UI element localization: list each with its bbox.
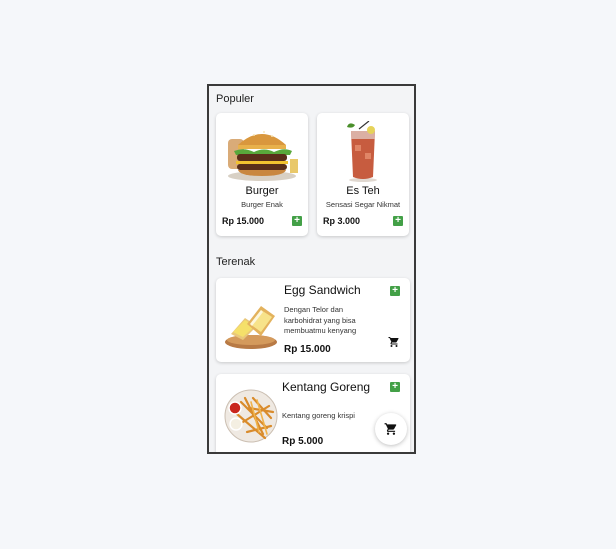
terenak-item-name: Egg Sandwich: [284, 283, 361, 297]
plus-icon[interactable]: +: [393, 216, 403, 226]
phone-frame: Populer Burger Burger Enak Rp 15.000 + E…: [207, 84, 416, 454]
popular-card-es-teh[interactable]: Es Teh Sensasi Segar Nikmat Rp 3.000 +: [317, 113, 409, 236]
terenak-item-price: Rp 15.000: [284, 344, 331, 355]
terenak-item-desc: Kentang goreng krispi: [282, 411, 355, 420]
egg-sandwich-image: [225, 306, 277, 349]
popular-item-desc: Burger Enak: [241, 200, 283, 209]
plus-icon[interactable]: +: [292, 216, 302, 226]
floating-cart-button[interactable]: [375, 413, 407, 445]
terenak-item-price: Rp 5.000: [282, 436, 324, 447]
terenak-card-egg-sandwich[interactable]: Egg Sandwich Dengan Telor dan karbohidra…: [216, 278, 410, 362]
plus-icon[interactable]: +: [390, 286, 400, 296]
popular-item-name: Burger: [245, 185, 279, 197]
terenak-item-desc: Dengan Telor dan karbohidrat yang bisa m…: [284, 305, 357, 335]
cart-icon[interactable]: [388, 336, 400, 348]
terenak-item-name: Kentang Goreng: [282, 380, 371, 394]
cart-icon: [384, 423, 397, 435]
section-title-populer: Populer: [216, 93, 254, 105]
popular-item-price: Rp 3.000: [323, 216, 361, 226]
french-fries-image: [224, 389, 278, 443]
burger-image: [228, 131, 298, 181]
section-title-terenak: Terenak: [216, 256, 256, 268]
popular-item-name: Es Teh: [346, 185, 380, 197]
iced-tea-image: [347, 121, 377, 182]
popular-item-price: Rp 15.000: [222, 216, 265, 226]
plus-icon[interactable]: +: [390, 382, 400, 392]
popular-card-burger[interactable]: Burger Burger Enak Rp 15.000 +: [216, 113, 308, 236]
popular-item-desc: Sensasi Segar Nikmat: [325, 200, 401, 209]
